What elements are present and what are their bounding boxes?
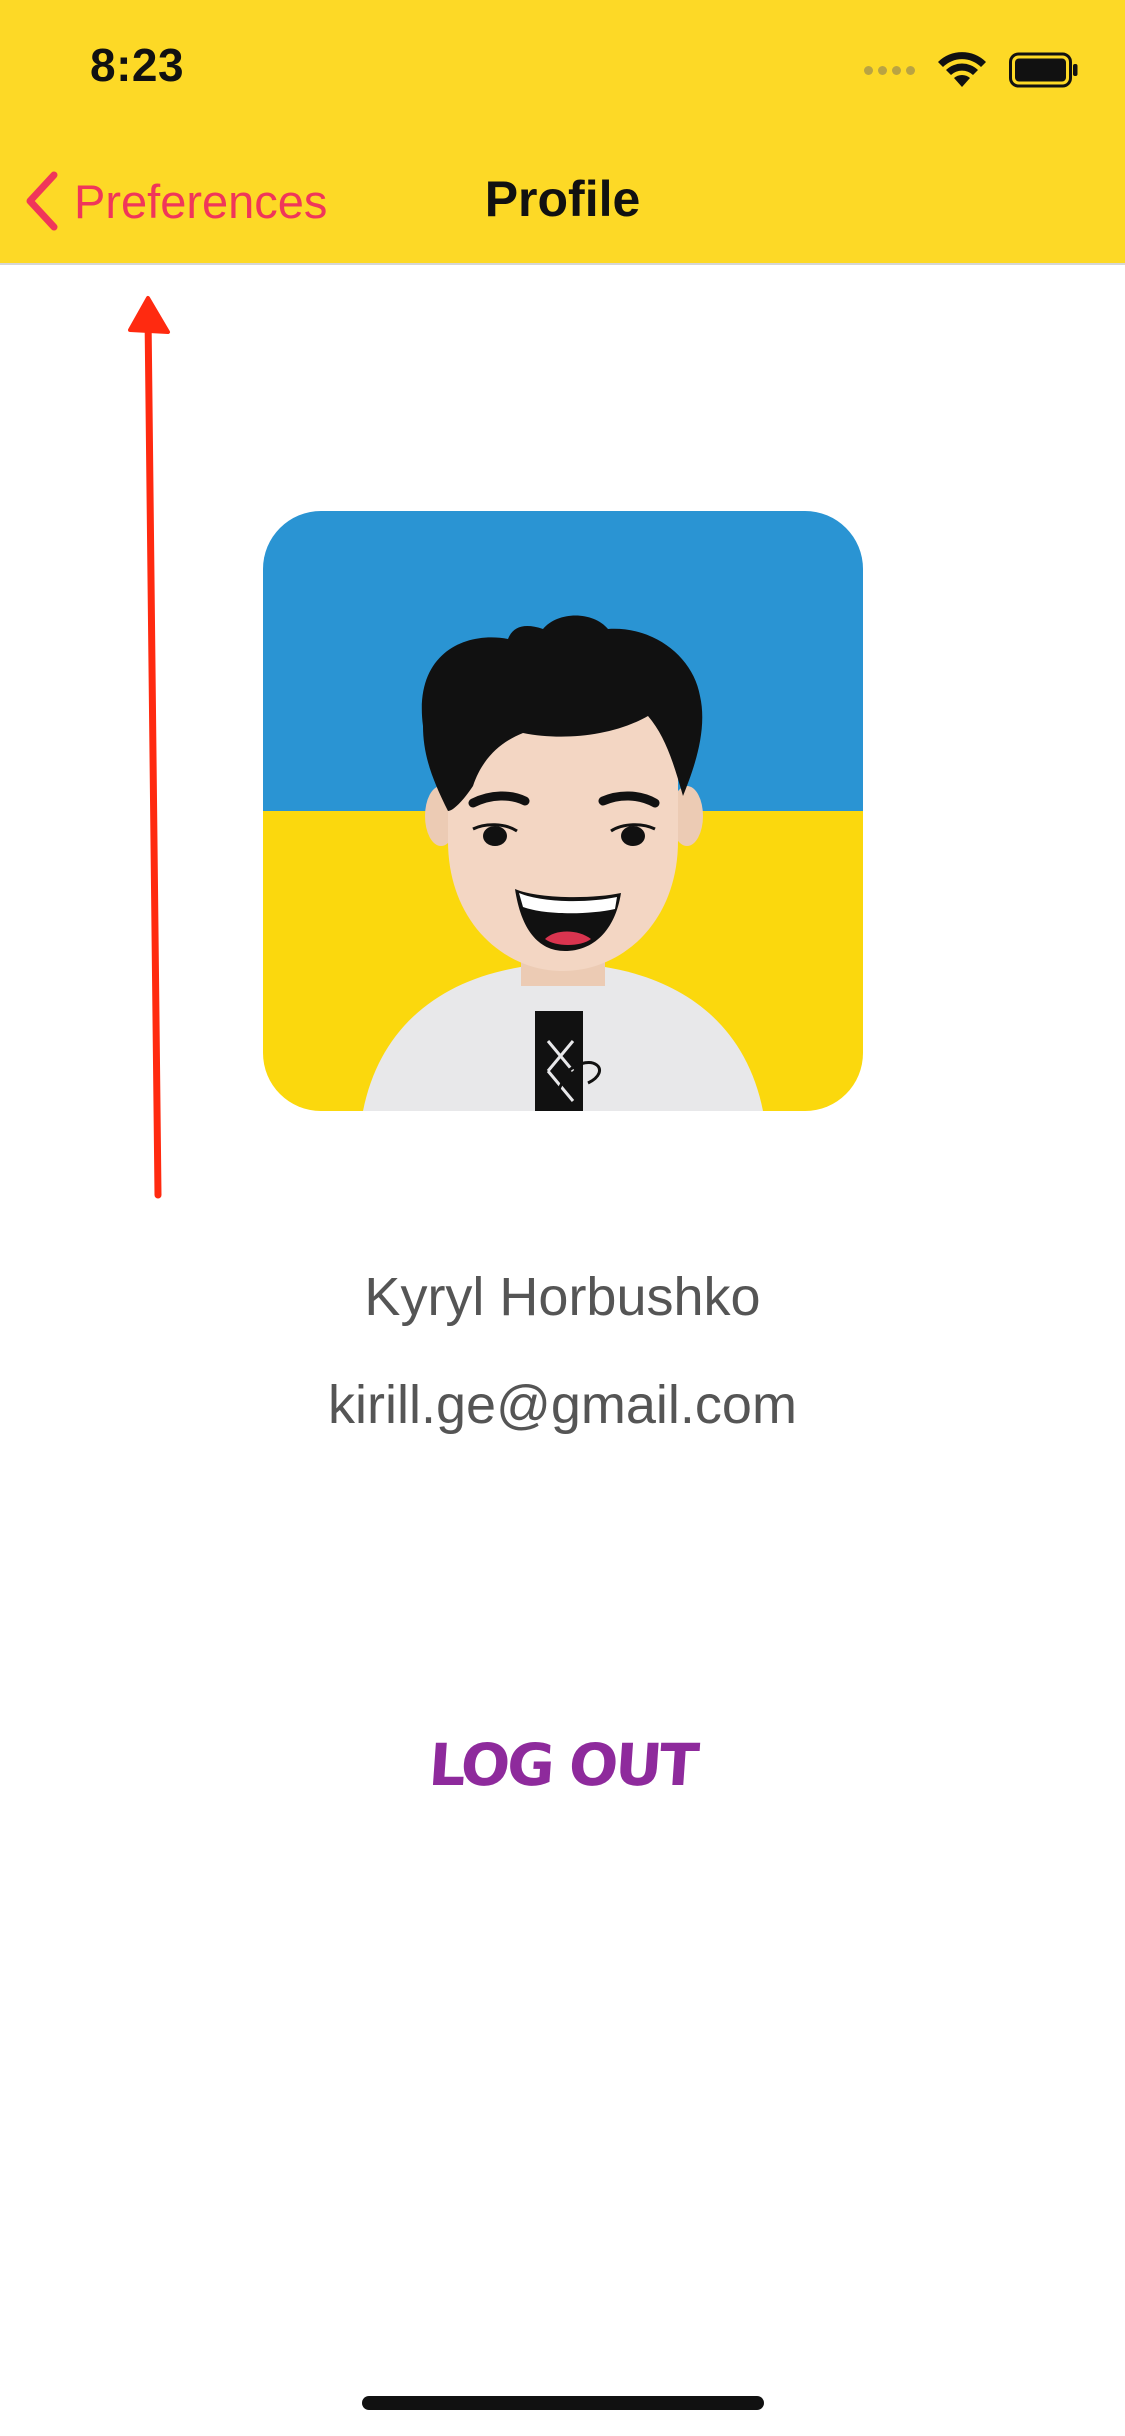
cellular-signal-icon bbox=[859, 65, 915, 75]
arrow-up-icon bbox=[128, 296, 170, 1199]
avatar bbox=[263, 511, 863, 1111]
battery-icon bbox=[1009, 52, 1078, 88]
status-indicators bbox=[859, 48, 1079, 92]
user-name: Kyryl Horbushko bbox=[364, 1267, 761, 1327]
status-time: 8:23 bbox=[90, 39, 185, 91]
logout-button[interactable]: LOG OUT bbox=[377, 1720, 748, 1810]
profile-screen: 8:23 Preferences Profile Kyryl Horbushko… bbox=[0, 0, 1125, 2436]
user-email: kirill.ge@gmail.com bbox=[328, 1375, 797, 1435]
wifi-icon bbox=[938, 52, 986, 87]
home-indicator[interactable] bbox=[362, 2396, 764, 2410]
page-title: Profile bbox=[484, 171, 641, 227]
navigation-header: 8:23 Preferences Profile bbox=[0, 0, 1125, 265]
